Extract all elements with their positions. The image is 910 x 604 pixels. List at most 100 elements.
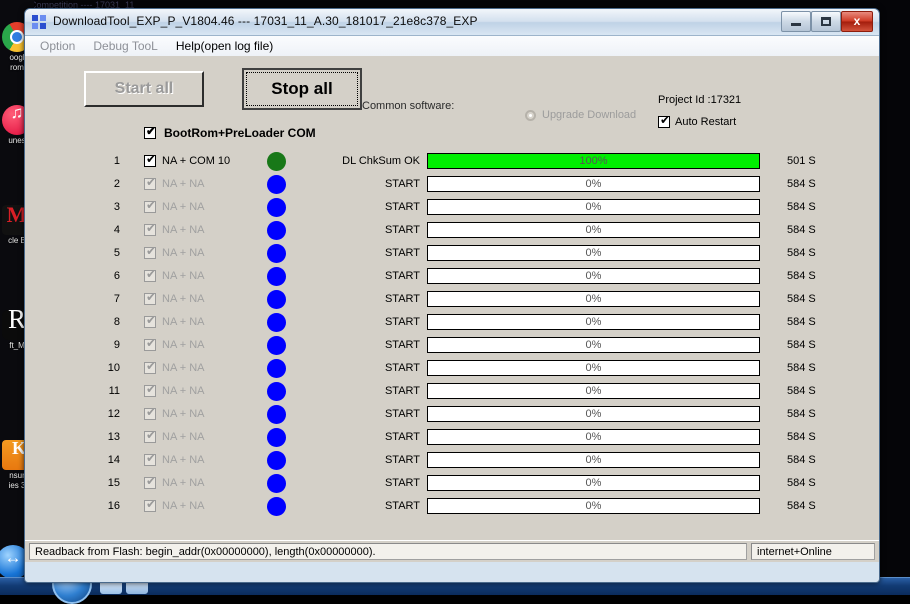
progress-bar: 0% <box>427 176 760 192</box>
row-port-name: NA + NA <box>162 431 205 443</box>
progress-bar: 0% <box>427 452 760 468</box>
table-row: 13 NA + NA START 0% 584 S <box>25 427 879 450</box>
minimize-button[interactable] <box>781 11 811 32</box>
progress-bar-label: 0% <box>585 293 602 305</box>
upgrade-download-radio[interactable]: Upgrade Download <box>525 109 636 121</box>
progress-bar-label: 0% <box>585 385 602 397</box>
progress-bar-label: 0% <box>585 454 602 466</box>
row-checkbox[interactable] <box>144 267 157 282</box>
progress-bar: 0% <box>427 222 760 238</box>
row-state-label: START <box>384 385 420 397</box>
row-number: 3 <box>113 201 120 213</box>
menu-item-option[interactable]: Option <box>31 38 84 54</box>
row-number: 10 <box>107 362 120 374</box>
row-elapsed-time: 584 S <box>787 270 816 282</box>
common-software-label: Common software: <box>362 100 455 112</box>
row-elapsed-time: 584 S <box>787 431 816 443</box>
port-row-list: 1NA + COM 10DL ChkSum OK100%501 S2NA + N… <box>25 151 879 519</box>
row-number: 6 <box>113 270 120 282</box>
row-checkbox[interactable] <box>144 405 157 420</box>
row-checkbox[interactable] <box>144 336 157 351</box>
row-checkbox[interactable] <box>144 497 157 512</box>
maximize-button[interactable] <box>811 11 841 32</box>
table-row: 1 NA + COM 10 DL ChkSum OK 100% 501 S <box>25 151 879 174</box>
row-port-name: NA + COM 10 <box>162 155 231 167</box>
auto-restart-checkbox[interactable]: Auto Restart <box>658 113 737 128</box>
row-elapsed-time: 584 S <box>787 178 816 190</box>
close-button[interactable]: x <box>841 11 873 32</box>
progress-bar-label: 0% <box>585 247 602 259</box>
checkbox-icon <box>658 113 671 128</box>
row-state-label: START <box>384 362 420 374</box>
table-row: 9 NA + NA START 0% 584 S <box>25 335 879 358</box>
row-checkbox[interactable] <box>144 244 157 259</box>
progress-bar-label: 0% <box>585 408 602 420</box>
row-elapsed-time: 584 S <box>787 408 816 420</box>
row-elapsed-time: 584 S <box>787 293 816 305</box>
progress-bar: 0% <box>427 475 760 491</box>
close-icon: x <box>853 14 861 28</box>
row-port-name: NA + NA <box>162 477 205 489</box>
auto-restart-label: Auto Restart <box>675 116 737 128</box>
row-checkbox[interactable] <box>144 428 157 443</box>
row-elapsed-time: 584 S <box>787 224 816 236</box>
row-checkbox[interactable] <box>144 382 157 397</box>
table-row: 15 NA + NA START 0% 584 S <box>25 473 879 496</box>
progress-bar: 0% <box>427 314 760 330</box>
table-row: 12 NA + NA START 0% 584 S <box>25 404 879 427</box>
table-row: 3 NA + NA START 0% 584 S <box>25 197 879 220</box>
row-elapsed-time: 584 S <box>787 500 816 512</box>
row-number: 1 <box>113 155 120 167</box>
row-port-name: NA + NA <box>162 201 205 213</box>
progress-bar-label: 0% <box>585 316 602 328</box>
bootrom-preloader-checkbox[interactable]: BootRom+PreLoader COM <box>144 124 316 140</box>
row-state-label: START <box>384 431 420 443</box>
project-id-label: Project Id :17321 <box>658 94 742 106</box>
toolbar: Start all Stop all Common software: Upgr… <box>25 56 879 128</box>
row-elapsed-time: 584 S <box>787 201 816 213</box>
row-checkbox[interactable] <box>144 198 157 213</box>
row-elapsed-time: 584 S <box>787 316 816 328</box>
row-checkbox[interactable] <box>144 359 157 374</box>
window-titlebar[interactable]: DownloadTool_EXP_P_V1804.46 --- 17031_11… <box>25 9 879 36</box>
start-all-button[interactable]: Start all <box>84 71 204 107</box>
app-icon <box>31 14 47 30</box>
row-checkbox[interactable] <box>144 451 157 466</box>
row-port-name: NA + NA <box>162 293 205 305</box>
row-state-label: START <box>384 270 420 282</box>
row-number: 12 <box>107 408 120 420</box>
row-checkbox[interactable] <box>144 290 157 305</box>
row-port-name: NA + NA <box>162 408 205 420</box>
progress-bar: 0% <box>427 498 760 514</box>
download-tool-window: DownloadTool_EXP_P_V1804.46 --- 17031_11… <box>24 8 880 583</box>
row-state-label: START <box>384 224 420 236</box>
row-port-name: NA + NA <box>162 362 205 374</box>
progress-bar-label: 0% <box>585 362 602 374</box>
row-state-label: START <box>384 247 420 259</box>
progress-bar: 0% <box>427 383 760 399</box>
menu-item-help[interactable]: Help(open log file) <box>167 38 282 54</box>
row-checkbox[interactable] <box>144 175 157 190</box>
row-checkbox[interactable] <box>144 152 157 167</box>
row-number: 11 <box>108 385 120 397</box>
row-elapsed-time: 584 S <box>787 247 816 259</box>
menubar[interactable]: Option Debug TooL Help(open log file) <box>25 36 879 57</box>
progress-bar-label: 100% <box>579 155 608 167</box>
row-checkbox[interactable] <box>144 474 157 489</box>
progress-bar-label: 0% <box>585 178 602 190</box>
progress-bar: 0% <box>427 291 760 307</box>
row-state-label: START <box>384 454 420 466</box>
row-number: 16 <box>107 500 120 512</box>
stop-all-button[interactable]: Stop all <box>242 68 362 110</box>
row-port-name: NA + NA <box>162 247 205 259</box>
row-checkbox[interactable] <box>144 313 157 328</box>
row-number: 4 <box>113 224 120 236</box>
progress-bar: 0% <box>427 429 760 445</box>
menu-item-debug-tool[interactable]: Debug TooL <box>84 38 167 54</box>
row-port-name: NA + NA <box>162 385 205 397</box>
row-checkbox[interactable] <box>144 221 157 236</box>
status-message: Readback from Flash: begin_addr(0x000000… <box>29 543 747 560</box>
radio-icon <box>525 109 536 121</box>
checkbox-icon <box>144 124 157 139</box>
table-row: 4 NA + NA START 0% 584 S <box>25 220 879 243</box>
